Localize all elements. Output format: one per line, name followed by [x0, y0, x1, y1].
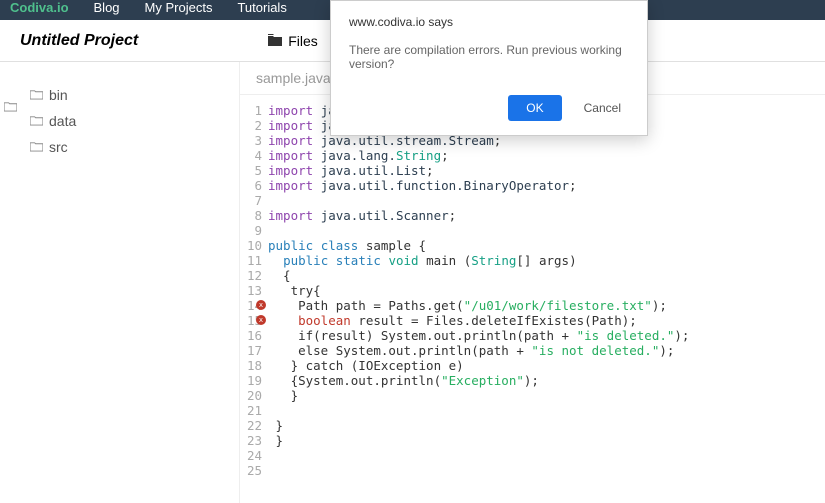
code-line[interactable]: else System.out.println(path + "is not d…	[268, 343, 825, 358]
code-line[interactable]	[268, 448, 825, 463]
folder-data[interactable]: data	[10, 108, 229, 134]
folder-label: data	[49, 113, 76, 129]
nav-tutorials[interactable]: Tutorials	[237, 0, 286, 15]
code-line[interactable]	[268, 223, 825, 238]
folder-label: src	[49, 139, 68, 155]
folder-icon	[30, 87, 43, 103]
line-number: 25	[240, 463, 262, 478]
dialog-message: There are compilation errors. Run previo…	[349, 43, 629, 71]
line-number: 17	[240, 343, 262, 358]
ok-button[interactable]: OK	[508, 95, 561, 121]
code-line[interactable]	[268, 193, 825, 208]
line-number: 24	[240, 448, 262, 463]
line-number: 20	[240, 388, 262, 403]
project-title[interactable]: Untitled Project	[20, 32, 138, 50]
error-marker-icon[interactable]: x	[256, 315, 266, 325]
code-line[interactable]: Path path = Paths.get("/u01/work/filesto…	[268, 298, 825, 313]
code-line[interactable]: } catch (IOException e)	[268, 358, 825, 373]
line-number: 3	[240, 133, 262, 148]
code-line[interactable]: {	[268, 268, 825, 283]
line-number: 13	[240, 283, 262, 298]
alert-dialog: www.codiva.io says There are compilation…	[330, 0, 648, 136]
root-folder-icon[interactable]	[4, 100, 17, 115]
line-number: 1	[240, 103, 262, 118]
error-marker-icon[interactable]: x	[256, 300, 266, 310]
code-line[interactable]: import java.util.function.BinaryOperator…	[268, 178, 825, 193]
code-editor[interactable]: 1234567891011121314151617181920212223242…	[240, 95, 825, 503]
cancel-button[interactable]: Cancel	[576, 95, 629, 121]
folder-icon	[30, 139, 43, 155]
line-number: 12	[240, 268, 262, 283]
file-tab-label: sample.java	[256, 70, 331, 86]
tab-files-label: Files	[288, 33, 318, 49]
folder-label: bin	[49, 87, 68, 103]
nav-my-projects[interactable]: My Projects	[145, 0, 213, 15]
code-line[interactable]: if(result) System.out.println(path + "is…	[268, 328, 825, 343]
code-line[interactable]: import java.lang.String;	[268, 148, 825, 163]
code-line[interactable]	[268, 403, 825, 418]
code-line[interactable]: }	[268, 388, 825, 403]
line-number: 23	[240, 433, 262, 448]
line-number: 4	[240, 148, 262, 163]
sidebar: bin data src	[0, 62, 240, 503]
code-line[interactable]	[268, 463, 825, 478]
folder-icon	[30, 113, 43, 129]
code-lines[interactable]: import java.util.*;import java.io.*;impo…	[268, 103, 825, 503]
code-line[interactable]: import java.util.List;	[268, 163, 825, 178]
dialog-title: www.codiva.io says	[349, 15, 629, 29]
line-number: 10	[240, 238, 262, 253]
folder-bin[interactable]: bin	[10, 82, 229, 108]
folder-icon	[268, 33, 282, 49]
line-number: 6	[240, 178, 262, 193]
code-line[interactable]: boolean result = Files.deleteIfExistes(P…	[268, 313, 825, 328]
line-number: 9	[240, 223, 262, 238]
code-line[interactable]: public class sample {	[268, 238, 825, 253]
tab-files[interactable]: Files	[268, 33, 318, 49]
code-line[interactable]: }	[268, 418, 825, 433]
line-number: 11	[240, 253, 262, 268]
folder-src[interactable]: src	[10, 134, 229, 160]
line-number: 2	[240, 118, 262, 133]
code-line[interactable]: try{	[268, 283, 825, 298]
line-number: 7	[240, 193, 262, 208]
line-number: 21	[240, 403, 262, 418]
line-number: 19	[240, 373, 262, 388]
line-number: 22	[240, 418, 262, 433]
line-number: 5	[240, 163, 262, 178]
line-number: 18	[240, 358, 262, 373]
code-line[interactable]: }	[268, 433, 825, 448]
dialog-buttons: OK Cancel	[349, 95, 629, 121]
line-number: 16	[240, 328, 262, 343]
brand-logo[interactable]: Codiva.io	[10, 0, 69, 15]
code-line[interactable]: public static void main (String[] args)	[268, 253, 825, 268]
line-number: 8	[240, 208, 262, 223]
code-line[interactable]: {System.out.println("Exception");	[268, 373, 825, 388]
code-line[interactable]: import java.util.Scanner;	[268, 208, 825, 223]
folder-tree: bin data src	[10, 82, 229, 160]
nav-blog[interactable]: Blog	[94, 0, 120, 15]
